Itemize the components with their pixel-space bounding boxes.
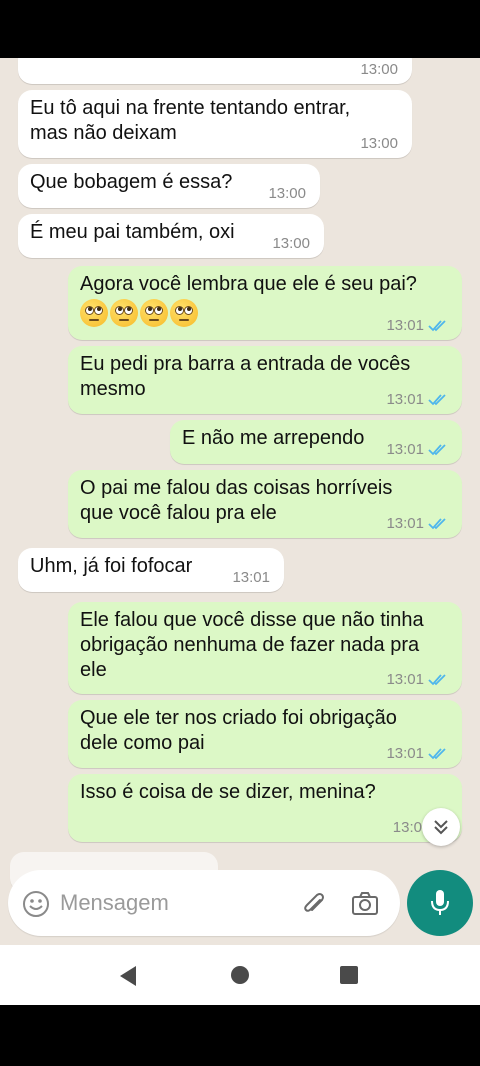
eye-roll-emoji-icon xyxy=(110,299,138,327)
message-input-bar[interactable]: Mensagem xyxy=(8,870,400,936)
mic-icon xyxy=(431,890,449,915)
camera-icon[interactable] xyxy=(350,890,380,918)
message-outgoing[interactable]: Ele falou que você disse que não tinha o… xyxy=(68,602,462,694)
message-text: Agora você lembra que ele é seu pai? xyxy=(80,273,417,295)
message-outgoing[interactable]: Isso é coisa de se dizer, menina? 13:0 xyxy=(68,774,462,842)
read-ticks-icon xyxy=(428,320,446,332)
message-incoming[interactable]: É meu pai também, oxi 13:00 xyxy=(18,214,324,258)
read-ticks-icon xyxy=(428,444,446,456)
message-text: É meu pai também, oxi xyxy=(30,221,235,243)
home-circle-icon[interactable] xyxy=(230,965,250,985)
read-ticks-icon xyxy=(428,518,446,530)
message-outgoing[interactable]: Eu pedi pra barra a entrada de vocês mes… xyxy=(68,346,462,414)
chevron-double-down-icon xyxy=(434,820,448,835)
chat-area[interactable]: 13:00 Eu tô aqui na frente tentando entr… xyxy=(0,58,480,945)
message-outgoing[interactable]: Agora você lembra que ele é seu pai? 13:… xyxy=(68,266,462,340)
message-time: 13:00 xyxy=(268,185,306,202)
back-triangle-icon[interactable] xyxy=(118,965,138,987)
message-text: Que bobagem é essa? xyxy=(30,171,233,193)
message-incoming[interactable]: Eu tô aqui na frente tentando entrar, ma… xyxy=(18,90,412,158)
message-outgoing[interactable]: O pai me falou das coisas horríveis que … xyxy=(68,470,462,538)
read-ticks-icon xyxy=(428,394,446,406)
read-ticks-icon xyxy=(428,748,446,760)
system-navigation-bar xyxy=(0,945,480,1005)
message-time: 13:01 xyxy=(386,746,448,762)
emoji-icon[interactable] xyxy=(22,890,50,918)
message-time: 13:01 xyxy=(386,392,448,408)
message-time: 13:01 xyxy=(232,569,270,586)
message-time: 13:01 xyxy=(386,672,448,688)
paperclip-icon[interactable] xyxy=(300,890,328,918)
recents-square-icon[interactable] xyxy=(339,965,359,985)
message-outgoing[interactable]: Que ele ter nos criado foi obrigação del… xyxy=(68,700,462,768)
message-time: 13:00 xyxy=(360,61,398,78)
message-time: 13:00 xyxy=(272,235,310,252)
eye-roll-emoji-icon xyxy=(140,299,168,327)
message-time: 13:01 xyxy=(386,516,448,532)
message-time: 13:01 xyxy=(386,442,448,458)
message-time: 13:01 xyxy=(386,318,448,334)
message-incoming[interactable]: Uhm, já foi fofocar 13:01 xyxy=(18,548,284,592)
message-outgoing[interactable]: E não me arrependo 13:01 xyxy=(170,420,462,464)
voice-record-button[interactable] xyxy=(407,870,473,936)
message-text: Isso é coisa de se dizer, menina? xyxy=(80,781,376,803)
scroll-to-bottom-button[interactable] xyxy=(422,808,460,846)
eye-roll-emoji-icon xyxy=(170,299,198,327)
read-ticks-icon xyxy=(428,674,446,686)
message-incoming[interactable]: 13:00 xyxy=(18,58,412,84)
status-bar-area xyxy=(0,0,480,58)
eye-roll-emoji-icon xyxy=(80,299,108,327)
message-time: 13:00 xyxy=(360,135,398,152)
bottom-bezel xyxy=(0,1005,480,1066)
message-time: 13:0 xyxy=(392,819,422,836)
message-text: Eu tô aqui na frente tentando entrar, ma… xyxy=(30,97,351,144)
message-incoming[interactable]: Que bobagem é essa? 13:00 xyxy=(18,164,320,208)
message-input[interactable]: Mensagem xyxy=(60,890,169,916)
